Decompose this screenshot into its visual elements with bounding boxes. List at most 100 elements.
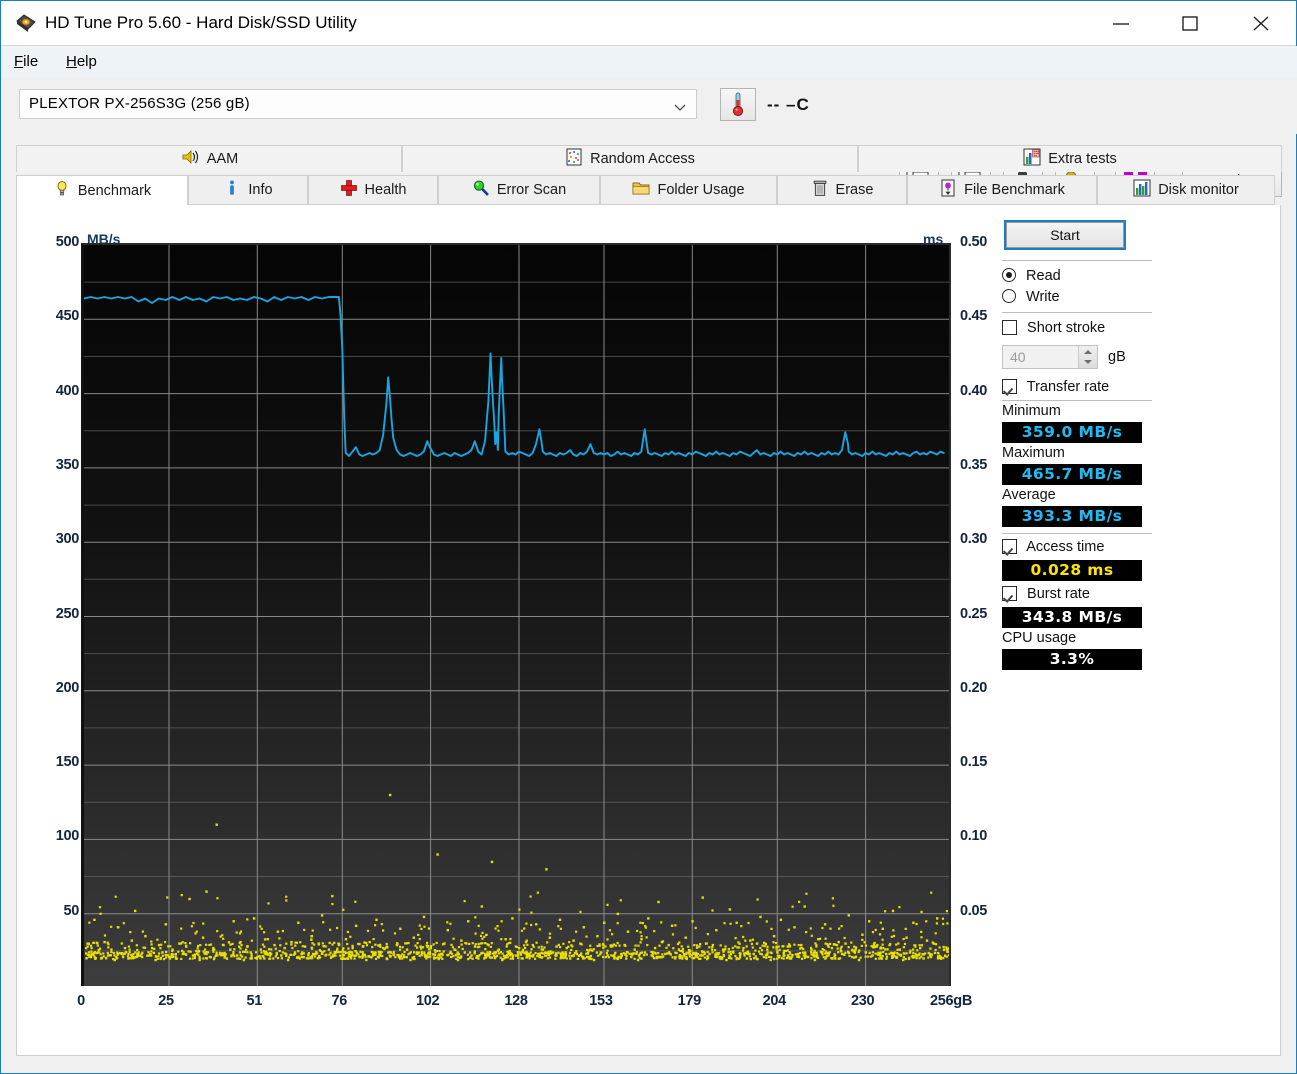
info-icon <box>223 179 241 201</box>
tab-error-scan[interactable]: Error Scan <box>438 175 600 205</box>
access-time-label: Access time <box>1026 539 1105 555</box>
minimum-label: Minimum <box>1002 403 1061 419</box>
x-tick: 76 <box>331 993 348 1009</box>
tab-secondary-extra-tests[interactable]: Extra tests <box>858 145 1282 172</box>
y-tick-right: 0.20 <box>960 679 988 696</box>
checkbox-access-time[interactable]: Access time <box>1002 537 1104 558</box>
tab-label: Erase <box>835 182 874 198</box>
tab-disk-monitor[interactable]: Disk monitor <box>1097 175 1275 205</box>
stepper-up-icon[interactable] <box>1084 350 1092 354</box>
extra-chart-icon <box>1023 148 1041 170</box>
radio-read-dot <box>1002 268 1016 282</box>
y-tick-right: 0.40 <box>960 382 988 399</box>
tab-secondary-random-access[interactable]: Random Access <box>402 145 858 172</box>
tab-erase[interactable]: Erase <box>777 175 907 205</box>
temperature-value: -- –C <box>767 95 810 114</box>
y-tick-left: 250 <box>55 605 80 622</box>
speaker-icon <box>180 148 200 170</box>
tab-label: Error Scan <box>496 182 567 198</box>
quantity-stepper[interactable] <box>1078 346 1097 368</box>
short-stroke-label: Short stroke <box>1027 320 1106 336</box>
tab-secondary-label: Random Access <box>590 151 695 167</box>
thermometer-icon[interactable] <box>720 88 756 121</box>
title-bar: HD Tune Pro 5.60 - Hard Disk/SSD Utility <box>1 1 1296 46</box>
tab-health[interactable]: Health <box>308 175 438 205</box>
tab-folder-usage[interactable]: Folder Usage <box>600 175 777 205</box>
close-button[interactable] <box>1238 1 1284 45</box>
stepper-down-icon[interactable] <box>1084 360 1092 364</box>
toolbar: PLEXTOR PX-256S3G (256 gB) -- –C <box>2 78 1297 197</box>
start-button[interactable]: Start <box>1004 220 1126 250</box>
menu-help[interactable]: Help <box>66 53 97 70</box>
menu-file[interactable]: File <box>14 53 38 70</box>
y-tick-left: 50 <box>63 902 79 919</box>
minimum-value: 359.0 MB/s <box>1002 422 1142 443</box>
maximum-value: 465.7 MB/s <box>1002 464 1142 485</box>
x-tick: 51 <box>246 993 263 1009</box>
x-tick: 102 <box>415 993 440 1009</box>
window-title: HD Tune Pro 5.60 - Hard Disk/SSD Utility <box>45 13 357 32</box>
tab-label: Disk monitor <box>1158 182 1239 198</box>
y-tick-right: 0.30 <box>960 531 988 548</box>
benchmark-graph: MB/s ms 50 100 150 200 250 300 350 400 450 500 0.… <box>56 231 988 1021</box>
cpu-usage-label: CPU usage <box>1002 630 1077 646</box>
y-tick-left: 300 <box>55 531 80 548</box>
tab-info[interactable]: Info <box>188 175 308 205</box>
y-tick-right: 0.10 <box>960 828 988 845</box>
chevron-down-icon <box>674 99 686 111</box>
y-tick-right: 0.15 <box>960 754 988 771</box>
plot-area <box>81 243 951 986</box>
x-tick: 0 <box>77 993 85 1009</box>
radio-write[interactable]: Write <box>1002 287 1060 308</box>
radio-write-label: Write <box>1026 289 1060 305</box>
tab-benchmark[interactable]: Benchmark <box>16 175 188 206</box>
tab-secondary-label: Extra tests <box>1048 151 1117 167</box>
y-tick-left: 500 <box>55 234 80 250</box>
tabs-primary: Benchmark Info Health Error Scan Folder … <box>16 175 1275 206</box>
tab-label: Folder Usage <box>657 182 745 198</box>
y-tick-right: 0.35 <box>960 456 988 473</box>
access-time-value: 0.028 ms <box>1002 560 1142 581</box>
divider-4 <box>1002 533 1152 534</box>
trashcan-icon <box>811 179 829 201</box>
y-tick-left: 450 <box>55 308 80 325</box>
y-tick-right: 0.25 <box>960 605 988 622</box>
benchmark-panel: MB/s ms 50 100 150 200 250 300 350 400 450 500 0.… <box>16 205 1281 1056</box>
tabs-secondary: AAM Random Access Extra tests <box>16 145 1282 172</box>
y-tick-right: 0.05 <box>960 902 988 919</box>
cpu-usage-value: 3.3% <box>1002 649 1142 670</box>
divider-2 <box>1002 312 1152 313</box>
y-tick-left: 400 <box>55 382 80 399</box>
tab-label: Info <box>248 182 273 198</box>
checkbox-burst-rate[interactable]: Burst rate <box>1002 584 1090 605</box>
y-tick-left: 150 <box>55 754 80 771</box>
tab-secondary-aam[interactable]: AAM <box>16 145 402 172</box>
burst-rate-label: Burst rate <box>1027 586 1090 602</box>
x-tick: 179 <box>677 993 702 1009</box>
x-tick: 256gB <box>929 993 973 1009</box>
radio-read[interactable]: Read <box>1002 266 1061 287</box>
checkbox-transfer-rate[interactable]: Transfer rate <box>1002 377 1109 398</box>
magnifier-icon <box>472 179 490 201</box>
maximum-label: Maximum <box>1002 445 1065 461</box>
average-label: Average <box>1002 487 1056 503</box>
tab-label: Benchmark <box>77 182 152 199</box>
tab-secondary-label: AAM <box>206 151 239 167</box>
average-value: 393.3 MB/s <box>1002 506 1142 527</box>
minimize-button[interactable] <box>1098 1 1144 45</box>
drive-select-value: PLEXTOR PX-256S3G (256 gB) <box>29 95 250 112</box>
divider-3 <box>1002 400 1152 401</box>
start-button-label: Start <box>1050 227 1080 243</box>
checkbox-short-stroke[interactable]: Short stroke <box>1002 318 1105 339</box>
x-tick: 204 <box>762 993 787 1009</box>
lightbulb-icon <box>53 180 71 202</box>
burst-rate-value: 343.8 MB/s <box>1002 607 1142 628</box>
drive-select[interactable]: PLEXTOR PX-256S3G (256 gB) <box>19 89 697 119</box>
tab-file-benchmark[interactable]: File Benchmark <box>907 175 1097 205</box>
bar-chart-icon <box>1133 179 1151 201</box>
short-stroke-input[interactable]: 40 <box>1002 345 1098 369</box>
transfer-rate-label: Transfer rate <box>1026 379 1110 395</box>
health-cross-icon <box>340 179 358 201</box>
maximize-button[interactable] <box>1167 1 1213 45</box>
transfer-rate-checkbox <box>1002 379 1017 394</box>
